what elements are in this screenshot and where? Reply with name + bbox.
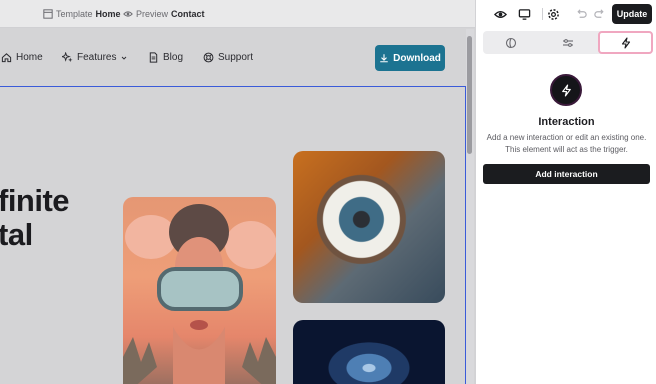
download-button[interactable]: Download <box>375 45 445 71</box>
site-navbar: Home Features Blog Support Download <box>0 29 466 87</box>
vr-portrait-art <box>123 204 276 384</box>
nav-item-support[interactable]: Support <box>203 52 253 63</box>
inspector-panel: Update Interaction Add a new interaction… <box>475 0 656 384</box>
template-name: Home <box>95 9 121 19</box>
nav-label: Features <box>77 52 117 63</box>
add-interaction-label: Add interaction <box>535 169 598 179</box>
device-toggle[interactable] <box>515 6 533 22</box>
lightning-icon <box>561 83 571 97</box>
undo-button[interactable] <box>572 6 590 22</box>
eye-artwork-image[interactable] <box>293 151 445 303</box>
lifebuoy-icon <box>203 52 214 63</box>
undo-icon <box>576 8 587 18</box>
interaction-title: Interaction <box>538 116 595 128</box>
template-indicator[interactable]: Template Home <box>43 9 121 19</box>
tab-style[interactable] <box>483 31 538 54</box>
monitor-icon <box>518 8 530 20</box>
nav-label: Blog <box>163 52 184 63</box>
eye-icon <box>493 10 507 18</box>
redo-icon <box>593 8 604 18</box>
hero-line-2: tal <box>0 217 33 252</box>
galaxy-image[interactable] <box>293 320 445 384</box>
preview-toggle[interactable] <box>491 6 509 22</box>
nav-item-blog[interactable]: Blog <box>148 52 183 63</box>
redo-button[interactable] <box>590 6 608 22</box>
style-drop-icon <box>505 37 516 48</box>
add-interaction-button[interactable]: Add interaction <box>483 164 650 184</box>
template-prefix: Template <box>56 9 93 19</box>
download-icon <box>380 54 388 63</box>
download-label: Download <box>393 52 441 64</box>
canvas-scroll-thumb[interactable] <box>467 36 472 154</box>
eye-icon <box>123 11 133 17</box>
editor-canvas: Template Home Preview Contact Home Featu… <box>0 0 475 384</box>
preview-name: Contact <box>171 9 205 19</box>
document-icon <box>149 52 158 63</box>
sliders-icon <box>562 38 573 47</box>
interaction-badge <box>550 74 582 106</box>
update-button[interactable]: Update <box>612 4 652 24</box>
layout-icon <box>43 9 53 19</box>
hero-heading: finite tal <box>0 183 70 252</box>
nav-label: Support <box>218 52 254 63</box>
chevron-down-icon <box>122 56 127 60</box>
interaction-description: Add a new interaction or edit an existin… <box>486 133 647 154</box>
tab-settings[interactable] <box>540 31 595 54</box>
gear-icon <box>547 8 559 20</box>
home-icon <box>1 53 12 63</box>
hero-line-1: finite <box>0 183 70 218</box>
nav-label: Home <box>16 52 43 63</box>
nav-item-features[interactable]: Features <box>62 52 128 63</box>
update-label: Update <box>616 9 648 19</box>
preview-prefix: Preview <box>136 9 169 19</box>
vr-portrait-image[interactable] <box>123 197 276 384</box>
canvas-topbar: Template Home Preview Contact <box>0 0 475 28</box>
toolbar-divider <box>542 8 543 20</box>
sparkle-icon <box>62 52 73 63</box>
settings-button[interactable] <box>544 6 562 22</box>
inspector-tabs <box>483 31 653 54</box>
preview-indicator[interactable]: Preview Contact <box>123 9 205 19</box>
lightning-icon <box>621 36 630 49</box>
tab-interactions[interactable] <box>598 31 653 54</box>
nav-item-home[interactable]: Home <box>1 52 43 63</box>
